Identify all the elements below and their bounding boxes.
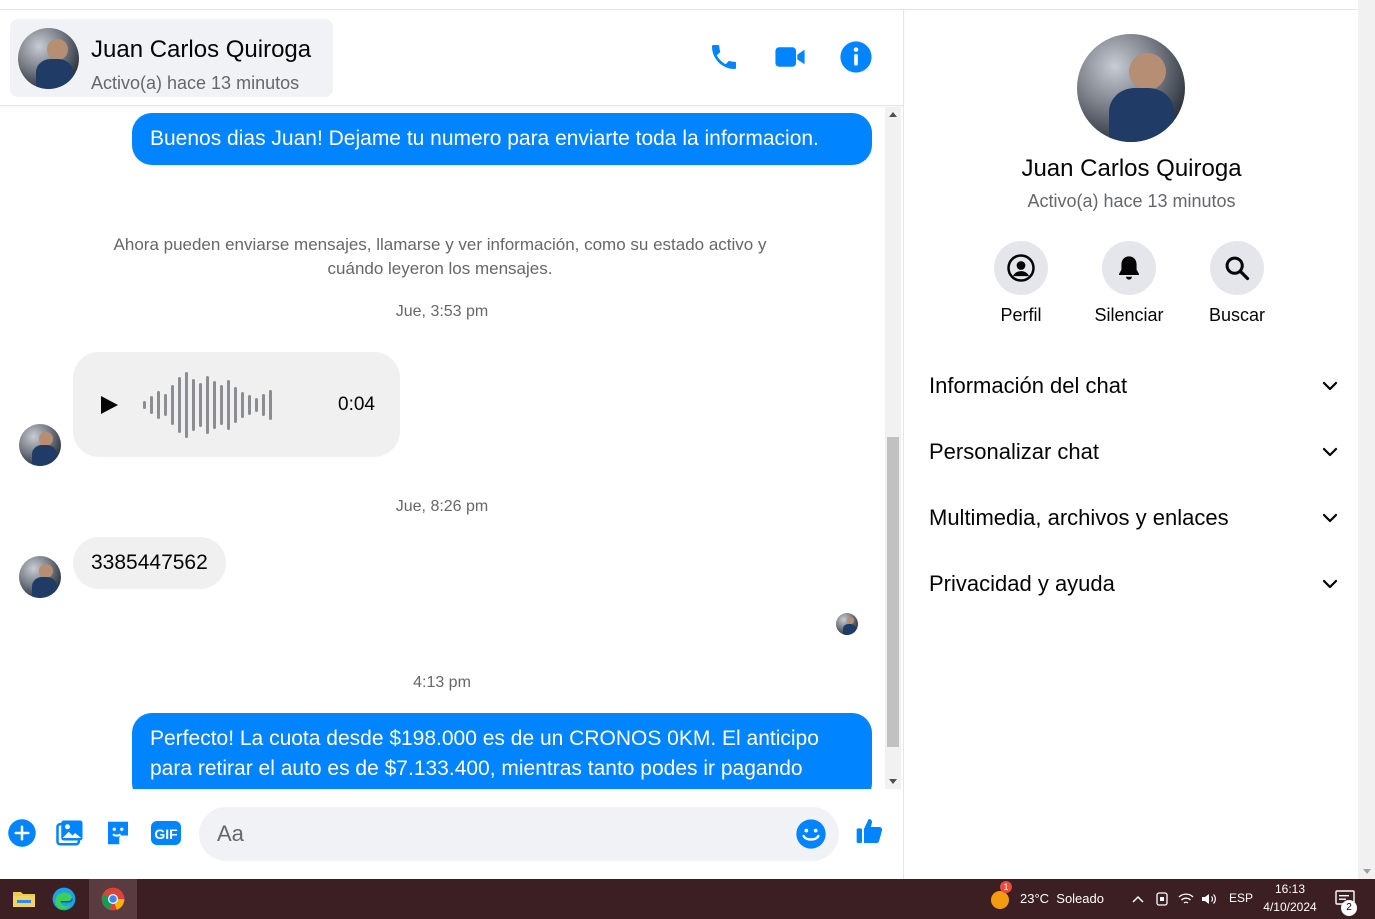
mute-button[interactable]: Silenciar: [1084, 241, 1174, 326]
chat-details-panel: Juan Carlos Quiroga Activo(a) hace 13 mi…: [905, 10, 1358, 879]
mute-label: Silenciar: [1094, 305, 1164, 325]
top-strip: [0, 0, 1358, 10]
chat-header: Juan Carlos Quiroga Activo(a) hace 13 mi…: [0, 10, 904, 106]
message-input[interactable]: [199, 807, 839, 861]
weather-text[interactable]: 23°C Soleado: [1020, 891, 1104, 906]
input-language[interactable]: ESP: [1229, 891, 1253, 905]
phone-icon[interactable]: [706, 39, 742, 75]
messenger-window: Juan Carlos Quiroga Activo(a) hace 13 mi…: [0, 0, 1375, 879]
weather-badge: 1: [1000, 881, 1012, 893]
composer: GIF: [0, 789, 904, 879]
like-icon[interactable]: [854, 815, 886, 847]
clock-date[interactable]: 4/10/2024: [1258, 900, 1322, 914]
gif-icon[interactable]: GIF: [150, 817, 182, 849]
section-privacy-help[interactable]: Privacidad y ayuda: [929, 564, 1339, 604]
timestamp-separator: 4:13 pm: [413, 674, 471, 691]
scroll-thumb[interactable]: [887, 437, 899, 747]
chrome-browser-icon[interactable]: [89, 879, 137, 919]
clock-time[interactable]: 16:13: [1262, 882, 1318, 896]
timestamp-separator: Jue, 3:53 pm: [395, 303, 489, 320]
info-icon[interactable]: [838, 39, 874, 75]
contact-avatar[interactable]: [18, 28, 79, 89]
sender-avatar[interactable]: [19, 556, 61, 598]
section-label: Personalizar chat: [929, 439, 1099, 464]
chevron-down-icon: [1322, 579, 1338, 589]
profile-icon: [994, 241, 1048, 295]
profile-avatar[interactable]: [1077, 34, 1185, 142]
profile-label: Perfil: [1000, 305, 1042, 325]
section-chat-info[interactable]: Información del chat: [929, 366, 1339, 406]
scroll-down-arrow[interactable]: [889, 779, 897, 784]
wifi-icon[interactable]: [1176, 879, 1196, 919]
contact-name: Juan Carlos Quiroga: [91, 36, 312, 63]
section-customize-chat[interactable]: Personalizar chat: [929, 432, 1339, 472]
section-label: Información del chat: [929, 373, 1128, 398]
video-call-icon[interactable]: [772, 39, 808, 75]
volume-icon[interactable]: [1199, 879, 1219, 919]
plus-icon[interactable]: [6, 817, 38, 849]
play-icon[interactable]: [101, 396, 118, 414]
message-list[interactable]: Buenos dias Juan! Dejame tu numero para …: [0, 107, 884, 789]
chevron-up-icon[interactable]: [1128, 879, 1148, 919]
notification-count: 2: [1341, 900, 1357, 916]
page-scrollbar[interactable]: [1358, 0, 1375, 879]
contact-status: Activo(a) hace 13 minutos: [91, 73, 300, 93]
scroll-up-arrow[interactable]: [889, 112, 897, 117]
outgoing-message[interactable]: Perfecto! La cuota desde $198.000 es de …: [132, 713, 872, 789]
section-media-files-links[interactable]: Multimedia, archivos y enlaces: [929, 498, 1339, 538]
chevron-down-icon: [1322, 513, 1338, 523]
emoji-icon[interactable]: [795, 818, 827, 850]
sender-avatar[interactable]: [19, 424, 61, 466]
sticker-icon[interactable]: [102, 817, 134, 849]
timestamp-separator: Jue, 8:26 pm: [395, 498, 489, 515]
profile-name: Juan Carlos Quiroga: [1021, 155, 1242, 182]
gif-label: GIF: [154, 826, 178, 842]
read-receipt-avatar: [836, 613, 858, 635]
chat-scrollbar[interactable]: [885, 107, 901, 789]
bell-icon: [1102, 241, 1156, 295]
chevron-down-icon: [1322, 447, 1338, 457]
profile-status: Activo(a) hace 13 minutos: [1027, 191, 1236, 211]
chat-panel: Juan Carlos Quiroga Activo(a) hace 13 mi…: [0, 10, 904, 879]
waveform: [143, 370, 303, 440]
contact-chip[interactable]: Juan Carlos Quiroga Activo(a) hace 13 mi…: [10, 19, 333, 97]
voice-message[interactable]: 0:04: [73, 352, 400, 457]
section-label: Privacidad y ayuda: [929, 571, 1115, 596]
outgoing-message[interactable]: Buenos dias Juan! Dejame tu numero para …: [132, 113, 872, 165]
section-label: Multimedia, archivos y enlaces: [929, 505, 1229, 530]
edge-browser-icon[interactable]: [40, 879, 88, 919]
image-icon[interactable]: [54, 817, 86, 849]
scroll-down-arrow[interactable]: [1363, 869, 1371, 874]
meet-now-icon[interactable]: [1152, 879, 1172, 919]
profile-button[interactable]: Perfil: [976, 241, 1066, 326]
search-icon: [1210, 241, 1264, 295]
incoming-message[interactable]: 3385447562: [73, 537, 226, 589]
system-notice: Ahora pueden enviarse mensajes, llamarse…: [113, 235, 767, 278]
chevron-down-icon: [1322, 381, 1338, 391]
voice-duration: 0:04: [338, 394, 375, 415]
windows-taskbar: 1 23°C Soleado ESP 16:13 4/10/2024 2: [0, 879, 1375, 919]
search-label: Buscar: [1208, 305, 1266, 325]
search-button[interactable]: Buscar: [1192, 241, 1282, 326]
